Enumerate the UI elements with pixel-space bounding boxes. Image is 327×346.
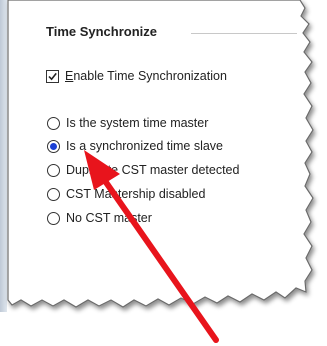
radio-cst-mastership-disabled[interactable]: CST Mastership disabled	[47, 187, 205, 201]
radio-label: No CST master	[66, 211, 152, 225]
radio-label: Duplicate CST master detected	[66, 163, 240, 177]
radio-button[interactable]	[47, 116, 60, 130]
radio-button-selected[interactable]	[47, 139, 60, 153]
radio-is-a-synchronized-time-slave[interactable]: Is a synchronized time slave	[47, 139, 223, 153]
checkbox-box[interactable]	[46, 69, 59, 83]
checkbox-label: Enable Time Synchronization	[65, 69, 227, 83]
radio-duplicate-cst-master-detected[interactable]: Duplicate CST master detected	[47, 163, 239, 177]
checkmark-icon	[48, 72, 57, 80]
radio-selected-dot	[50, 142, 57, 150]
radio-button[interactable]	[47, 211, 60, 225]
radio-is-the-system-time-master[interactable]: Is the system time master	[47, 116, 208, 130]
radio-button[interactable]	[47, 163, 60, 177]
enable-time-sync-checkbox[interactable]: Enable Time Synchronization	[46, 69, 227, 83]
radio-label: CST Mastership disabled	[66, 187, 206, 201]
radio-button[interactable]	[47, 187, 60, 201]
radio-label: Is the system time master	[66, 116, 209, 130]
group-separator	[191, 33, 297, 34]
group-title: Time Synchronize	[46, 24, 158, 39]
screenshot-stage: Time Synchronize Enable Time Synchroniza…	[0, 0, 327, 346]
radio-label: Is a synchronized time slave	[66, 139, 224, 153]
radio-no-cst-master[interactable]: No CST master	[47, 211, 152, 225]
